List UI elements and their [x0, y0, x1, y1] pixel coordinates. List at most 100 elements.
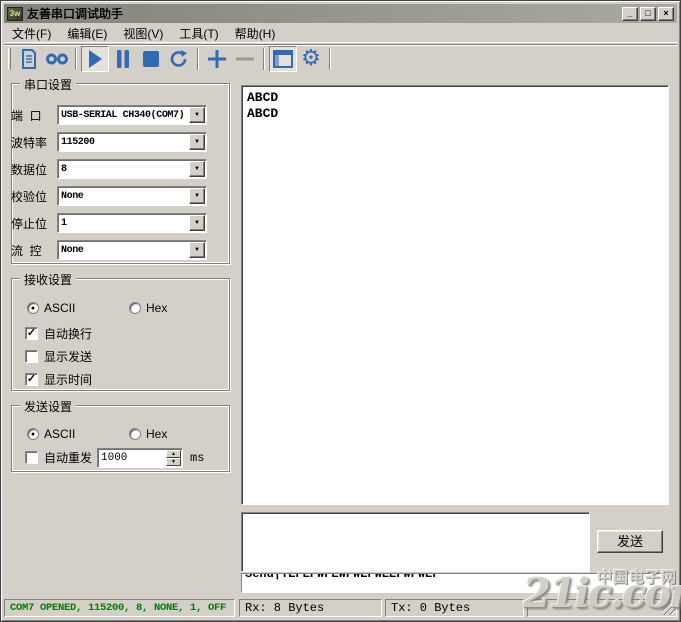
remove-button[interactable]: [231, 46, 259, 72]
auto-resend-label: 自动重发: [44, 449, 92, 466]
stop-icon: [143, 51, 159, 67]
chevron-down-icon[interactable]: ▼: [189, 215, 205, 231]
stop-button[interactable]: [137, 46, 165, 72]
settings-button[interactable]: ⚙: [297, 46, 325, 72]
auto-linefeed-label: 自动换行: [44, 325, 92, 342]
send-history-strip[interactable]: Send|TEFEFWFEWFWEFWEEFWFWEF: [241, 573, 669, 593]
refresh-icon: [169, 49, 189, 69]
toolbar-drag-handle[interactable]: [8, 48, 11, 70]
radio-icon[interactable]: ●: [27, 428, 39, 440]
maximize-button[interactable]: □: [640, 7, 656, 21]
status-extra-panel: [527, 599, 677, 617]
parity-field-row: 校验位 None ▼: [11, 186, 207, 206]
menu-tools[interactable]: 工具(T): [171, 23, 226, 44]
plus-icon: [207, 49, 227, 69]
toolbar-separator: [263, 48, 265, 70]
flowcontrol-value: None: [58, 245, 189, 256]
play-icon: [86, 49, 104, 69]
receive-hex-label: Hex: [146, 301, 167, 315]
receive-display[interactable]: ABCD ABCD: [241, 85, 669, 505]
new-document-button[interactable]: [15, 46, 43, 72]
chevron-down-icon[interactable]: ▼: [189, 188, 205, 204]
serial-settings-title: 串口设置: [20, 76, 76, 93]
minimize-button[interactable]: _: [622, 7, 638, 21]
refresh-button[interactable]: [165, 46, 193, 72]
menu-bar: 文件(F) 编辑(E) 视图(V) 工具(T) 帮助(H): [4, 24, 677, 43]
send-ascii-radio[interactable]: ● ASCII: [27, 427, 75, 441]
radio-icon[interactable]: [129, 302, 141, 314]
receive-ascii-radio[interactable]: ● ASCII: [27, 301, 75, 315]
parity-select[interactable]: None ▼: [57, 186, 207, 206]
menu-edit[interactable]: 编辑(E): [59, 23, 115, 44]
menu-help[interactable]: 帮助(H): [227, 23, 284, 44]
start-button[interactable]: [81, 46, 109, 72]
tx-counter: Tx: 0 Bytes: [385, 599, 524, 617]
send-ascii-label: ASCII: [44, 427, 75, 441]
pause-icon: [116, 50, 130, 68]
toolbar: ⚙: [4, 44, 677, 72]
show-time-checkbox[interactable]: ✓ 显示时间: [25, 371, 92, 388]
chevron-down-icon[interactable]: ▼: [189, 242, 205, 258]
checkbox-icon[interactable]: ✓: [25, 327, 38, 340]
spin-up-icon[interactable]: ▲: [166, 450, 181, 458]
port-select[interactable]: USB-SERIAL CH340(COM7) ▼: [57, 105, 207, 125]
chevron-down-icon[interactable]: ▼: [189, 161, 205, 177]
connection-status: COM7 OPENED, 115200, 8, NONE, 1, OFF: [4, 599, 235, 617]
databits-select[interactable]: 8 ▼: [57, 159, 207, 179]
stopbits-select[interactable]: 1 ▼: [57, 213, 207, 233]
toolbar-separator: [329, 48, 331, 70]
receive-ascii-label: ASCII: [44, 301, 75, 315]
record-icon: [46, 52, 68, 66]
gear-icon: ⚙: [301, 48, 321, 70]
menu-view[interactable]: 视图(V): [115, 23, 171, 44]
checkbox-icon[interactable]: [25, 451, 38, 464]
stopbits-field-row: 停止位 1 ▼: [11, 213, 207, 233]
baudrate-value: 115200: [58, 137, 189, 148]
baudrate-select[interactable]: 115200 ▼: [57, 132, 207, 152]
checkbox-icon[interactable]: ✓: [25, 373, 38, 386]
interval-unit-label: ms: [190, 451, 204, 465]
port-field-row: 端 口 USB-SERIAL CH340(COM7) ▼: [11, 105, 207, 125]
send-button[interactable]: 发送: [597, 530, 663, 553]
radio-icon[interactable]: ●: [27, 302, 39, 314]
auto-linefeed-checkbox[interactable]: ✓ 自动换行: [25, 325, 92, 342]
auto-resend-checkbox[interactable]: 自动重发: [25, 449, 92, 466]
send-history-text: Send|TEFEFWFEWFWEFWEEFWFWEF: [242, 573, 668, 581]
databits-field-row: 数据位 8 ▼: [11, 159, 207, 179]
radio-icon[interactable]: [129, 428, 141, 440]
status-bar: COM7 OPENED, 115200, 8, NONE, 1, OFF Rx:…: [4, 597, 677, 618]
resend-interval-value[interactable]: 1000: [98, 452, 166, 464]
chevron-down-icon[interactable]: ▼: [189, 134, 205, 150]
flowcontrol-select[interactable]: None ▼: [57, 240, 207, 260]
baudrate-field-row: 波特率 115200 ▼: [11, 132, 207, 152]
pause-button[interactable]: [109, 46, 137, 72]
parity-value: None: [58, 191, 189, 202]
new-document-icon: [20, 49, 38, 69]
show-sent-checkbox[interactable]: 显示发送: [25, 348, 92, 365]
resend-interval-row: 1000 ▲ ▼ ms: [97, 448, 204, 468]
parity-label: 校验位: [11, 188, 57, 205]
receive-hex-radio[interactable]: Hex: [129, 301, 167, 315]
record-button[interactable]: [43, 46, 71, 72]
flowcontrol-label: 流 控: [11, 242, 57, 259]
window-title: 友善串口调试助手: [27, 5, 622, 22]
stopbits-label: 停止位: [11, 215, 57, 232]
title-bar: 3w 友善串口调试助手 _ □ ×: [4, 4, 677, 23]
baudrate-label: 波特率: [11, 134, 57, 151]
checkbox-icon[interactable]: [25, 350, 38, 363]
chevron-down-icon[interactable]: ▼: [189, 107, 205, 123]
panels-icon: [273, 50, 293, 68]
menu-file[interactable]: 文件(F): [4, 23, 59, 44]
close-button[interactable]: ×: [658, 7, 674, 21]
port-value: USB-SERIAL CH340(COM7): [58, 110, 189, 121]
send-input[interactable]: [241, 512, 590, 572]
app-window: 3w 友善串口调试助手 _ □ × 文件(F) 编辑(E) 视图(V) 工具(T…: [0, 0, 681, 622]
spin-down-icon[interactable]: ▼: [166, 458, 181, 466]
receive-settings-title: 接收设置: [20, 271, 76, 288]
add-button[interactable]: [203, 46, 231, 72]
panels-toggle-button[interactable]: [269, 46, 297, 72]
resize-grip[interactable]: [662, 602, 675, 615]
send-hex-radio[interactable]: Hex: [129, 427, 167, 441]
resend-interval-stepper[interactable]: 1000 ▲ ▼: [97, 448, 183, 468]
port-label: 端 口: [11, 107, 57, 124]
